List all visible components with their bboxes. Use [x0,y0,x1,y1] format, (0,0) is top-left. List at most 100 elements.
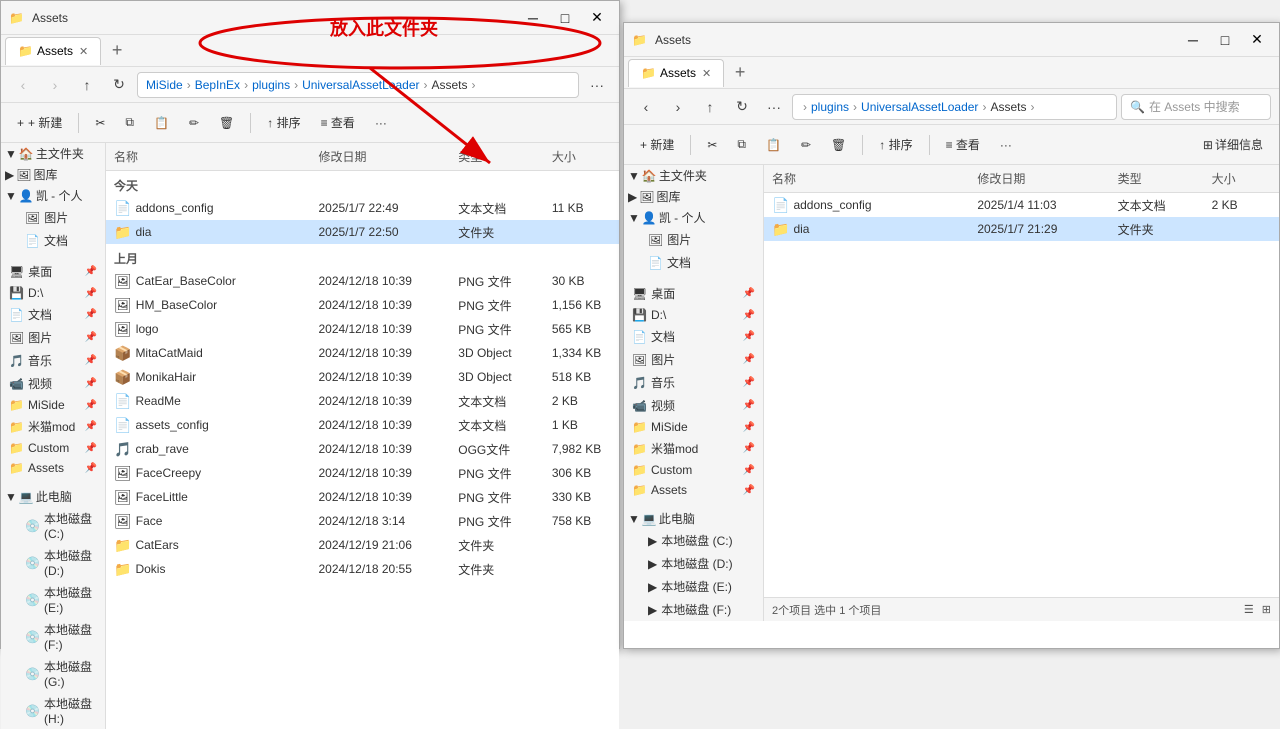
sidebar-home-2[interactable]: ▼ 🏠 主文件夹 [624,165,763,186]
sidebar-item-d3[interactable]: ▶ 本地磁盘 (D:) [640,552,763,575]
col-header-type-2[interactable]: 类型 [1110,170,1204,187]
col-header-name-2[interactable]: 名称 [764,170,969,187]
sidebar-item-music-1[interactable]: 🎵 音乐 📌 [1,349,105,372]
tab-close-2[interactable]: ✕ [702,67,711,80]
sidebar-item-f[interactable]: 💿 本地磁盘 (F:) [17,618,105,655]
col-header-name-1[interactable]: 名称 [106,148,310,165]
col-header-size-1[interactable]: 大小 [544,148,619,165]
tab-close-1[interactable]: ✕ [79,45,88,58]
sidebar-item-assets-2[interactable]: 📁 Assets 📌 [624,480,763,500]
sidebar-pc-2[interactable]: ▼ 💻 此电脑 [624,508,763,529]
view-button-1[interactable]: ≡ 查看 [313,110,363,135]
sidebar-gallery-2[interactable]: ▶ 🖼 图库 [624,186,763,207]
sidebar-pc-1[interactable]: ▼ 💻 此电脑 [1,486,105,507]
file-row-face[interactable]: 🖼Face 2024/12/18 3:14 PNG 文件 758 KB [106,509,619,533]
back-button-2[interactable]: ‹ [632,93,660,121]
file-row-mitacatmaid[interactable]: 📦MitaCatMaid 2024/12/18 10:39 3D Object … [106,341,619,365]
copy-button-2[interactable]: ⧉ [729,133,754,156]
up-button-2[interactable]: ↑ [696,93,724,121]
file-row-addons-config-1[interactable]: 📄addons_config 2025/1/7 22:49 文本文档 11 KB [106,196,619,220]
breadcrumb-item-ual-2[interactable]: UniversalAssetLoader [861,100,978,114]
sidebar-home-1[interactable]: ▼ 🏠 主文件夹 [1,143,105,164]
sidebar-item-c2[interactable]: ▶ 本地磁盘 (C:) [640,529,763,552]
new-button-1[interactable]: + + 新建 [9,110,70,135]
nav-more-1[interactable]: ··· [583,71,611,99]
sidebar-item-e[interactable]: 💿 本地磁盘 (E:) [17,581,105,618]
col-header-date-2[interactable]: 修改日期 [969,170,1109,187]
detail-button-2[interactable]: ⊞ 详细信息 [1195,132,1271,157]
tab-assets-2[interactable]: 📁 Assets ✕ [628,59,724,87]
paste-button-2[interactable]: 📋 [758,134,789,156]
sidebar-item-custom-2[interactable]: 📁 Custom 📌 [624,460,763,480]
delete-button-2[interactable]: 🗑 [823,134,854,156]
sidebar-item-docs-1[interactable]: 📄 文档 [17,229,105,252]
breadcrumb-item-plugins-2[interactable]: plugins [811,100,849,114]
sidebar-item-docs-2[interactable]: 📄 文档 [640,251,763,274]
close-button-2[interactable]: ✕ [1243,26,1271,54]
minimize-button-1[interactable]: ─ [519,4,547,32]
col-header-size-2[interactable]: 大小 [1204,170,1279,187]
sidebar-item-desktop-1[interactable]: 🖥 桌面 📌 [1,260,105,283]
sidebar-item-pictures3[interactable]: 🖼 图片 📌 [624,348,763,371]
sidebar-item-d-1[interactable]: 💾 D:\ 📌 [1,283,105,303]
paste-button-1[interactable]: 📋 [146,112,177,134]
forward-button-2[interactable]: › [664,93,692,121]
sidebar-item-d2[interactable]: 💾 D:\ 📌 [624,305,763,325]
sidebar-item-micat-2[interactable]: 📁 米猫mod 📌 [624,437,763,460]
new-tab-button-2[interactable]: + [726,59,754,87]
sidebar-item-micat-1[interactable]: 📁 米猫mod 📌 [1,415,105,438]
breadcrumb-2[interactable]: › plugins › UniversalAssetLoader › Asset… [792,94,1117,120]
sidebar-item-video-2[interactable]: 📹 视频 📌 [624,394,763,417]
cut-button-2[interactable]: ✂ [699,134,725,156]
sidebar-item-pictures-2[interactable]: 🖼 图片 [640,228,763,251]
delete-button-1[interactable]: 🗑 [211,112,242,134]
sidebar-item-video-1[interactable]: 📹 视频 📌 [1,372,105,395]
more-button-1[interactable]: ··· [367,112,395,134]
sidebar-item-documents-2[interactable]: 📄 文档 📌 [624,325,763,348]
copy-button-1[interactable]: ⧉ [117,111,142,134]
close-button-1[interactable]: ✕ [583,4,611,32]
file-row-assets-config[interactable]: 📄assets_config 2024/12/18 10:39 文本文档 1 K… [106,413,619,437]
forward-button-1[interactable]: › [41,71,69,99]
search-box-2[interactable]: 🔍 在 Assets 中搜索 [1121,94,1271,120]
more-button-2[interactable]: ··· [992,134,1020,156]
file-row-hm[interactable]: 🖼HM_BaseColor 2024/12/18 10:39 PNG 文件 1,… [106,293,619,317]
file-row-facecreepy[interactable]: 🖼FaceCreepy 2024/12/18 10:39 PNG 文件 306 … [106,461,619,485]
sidebar-item-music-2[interactable]: 🎵 音乐 📌 [624,371,763,394]
file-row-catears[interactable]: 📁CatEars 2024/12/19 21:06 文件夹 [106,533,619,557]
maximize-button-1[interactable]: □ [551,4,579,32]
sort-button-1[interactable]: ↑ 排序 [259,110,308,135]
sidebar-item-f2[interactable]: ▶ 本地磁盘 (F:) [640,598,763,621]
breadcrumb-item-bepinex[interactable]: BepInEx [195,78,240,92]
up-button-1[interactable]: ↑ [73,71,101,99]
file-row-monikahair[interactable]: 📦MonikaHair 2024/12/18 10:39 3D Object 5… [106,365,619,389]
back-button-1[interactable]: ‹ [9,71,37,99]
view-button-2[interactable]: ≡ 查看 [938,132,988,157]
col-header-date-1[interactable]: 修改日期 [310,148,450,165]
sidebar-item-desktop-2[interactable]: 🖥 桌面 📌 [624,282,763,305]
tab-assets-1[interactable]: 📁 Assets ✕ [5,37,101,65]
file-row-dokis[interactable]: 📁Dokis 2024/12/18 20:55 文件夹 [106,557,619,581]
new-button-2[interactable]: + 新建 [632,132,682,157]
file-row-crab-rave[interactable]: 🎵crab_rave 2024/12/18 10:39 OGG文件 7,982 … [106,437,619,461]
sidebar-personal-1[interactable]: ▼ 👤 凯 - 个人 [1,185,105,206]
file-row-catear[interactable]: 🖼CatEar_BaseColor 2024/12/18 10:39 PNG 文… [106,269,619,293]
sidebar-item-pictures-1[interactable]: 🖼 图片 [17,206,105,229]
sidebar-item-custom-1[interactable]: 📁 Custom 📌 [1,438,105,458]
sidebar-item-pictures2-1[interactable]: 🖼 图片 📌 [1,326,105,349]
col-header-type-1[interactable]: 类型 [450,148,544,165]
nav-more-2[interactable]: ··· [760,93,788,121]
sidebar-personal-2[interactable]: ▼ 👤 凯 - 个人 [624,207,763,228]
sidebar-item-d[interactable]: 💿 本地磁盘 (D:) [17,544,105,581]
new-tab-button-1[interactable]: + [103,37,131,65]
cut-button-1[interactable]: ✂ [87,112,113,134]
file-row-readme[interactable]: 📄ReadMe 2024/12/18 10:39 文本文档 2 KB [106,389,619,413]
rename-button-2[interactable]: ✏ [793,134,819,156]
minimize-button-2[interactable]: ─ [1179,26,1207,54]
sidebar-item-miside-1[interactable]: 📁 MiSide 📌 [1,395,105,415]
sidebar-item-e2[interactable]: ▶ 本地磁盘 (E:) [640,575,763,598]
maximize-button-2[interactable]: □ [1211,26,1239,54]
sidebar-item-c[interactable]: 💿 本地磁盘 (C:) [17,507,105,544]
breadcrumb-1[interactable]: MiSide › BepInEx › plugins › UniversalAs… [137,72,579,98]
file-row-dia-2[interactable]: 📁dia 2025/1/7 21:29 文件夹 [764,217,1279,241]
